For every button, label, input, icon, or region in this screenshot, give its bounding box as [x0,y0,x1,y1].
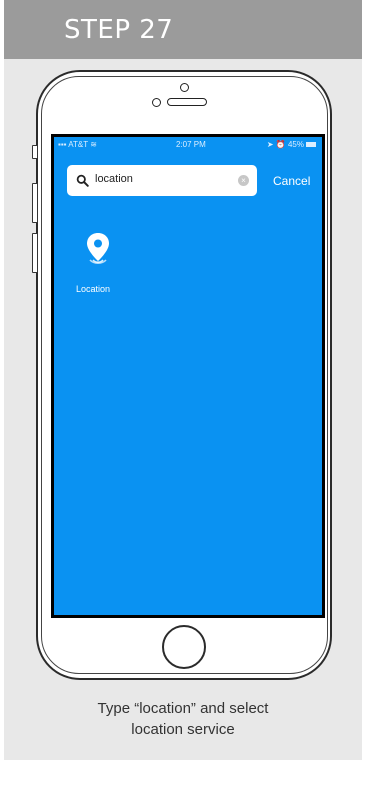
location-arrow-icon: ➤ ⏰ [266,140,288,149]
step-header: STEP 27 [4,0,362,59]
step-title: STEP 27 [64,15,174,45]
sensor-icon [152,98,161,107]
cancel-button[interactable]: Cancel [273,174,310,188]
search-icon [76,174,89,187]
status-bar: ▪▪▪ AT&T ≋ 2:07 PM ➤ ⏰ 45% [54,137,322,153]
battery-icon [306,142,316,148]
step-card: STEP 27 ▪▪▪ AT&T ≋ 2:07 PM ➤ ⏰ 45% locat… [4,0,362,760]
caption-line-2: location service [131,721,235,738]
speaker-grille [167,98,207,106]
battery-percent: 45% [287,140,304,149]
carrier-label: AT&T [68,140,89,149]
step-caption: Type “location” and select location serv… [4,698,362,740]
caption-line-1: Type “location” and select [97,700,269,717]
mute-switch [32,145,38,159]
search-input[interactable]: location × [67,165,257,196]
location-app-label[interactable]: Location [76,284,110,294]
volume-down-button [32,233,38,273]
search-query-text: location [95,173,133,185]
camera-icon [180,83,189,92]
carrier-wifi: ▪▪▪ AT&T ≋ [58,140,97,149]
home-button [162,625,206,669]
status-time: 2:07 PM [176,140,206,149]
volume-up-button [32,183,38,223]
wifi-icon: ≋ [90,140,97,149]
phone-screen: ▪▪▪ AT&T ≋ 2:07 PM ➤ ⏰ 45% location × Ca… [51,134,325,618]
clear-search-icon[interactable]: × [238,175,249,186]
signal-icon: ▪▪▪ [58,140,69,149]
location-pin-icon[interactable] [85,232,111,272]
status-right: ➤ ⏰ 45% [267,140,316,149]
